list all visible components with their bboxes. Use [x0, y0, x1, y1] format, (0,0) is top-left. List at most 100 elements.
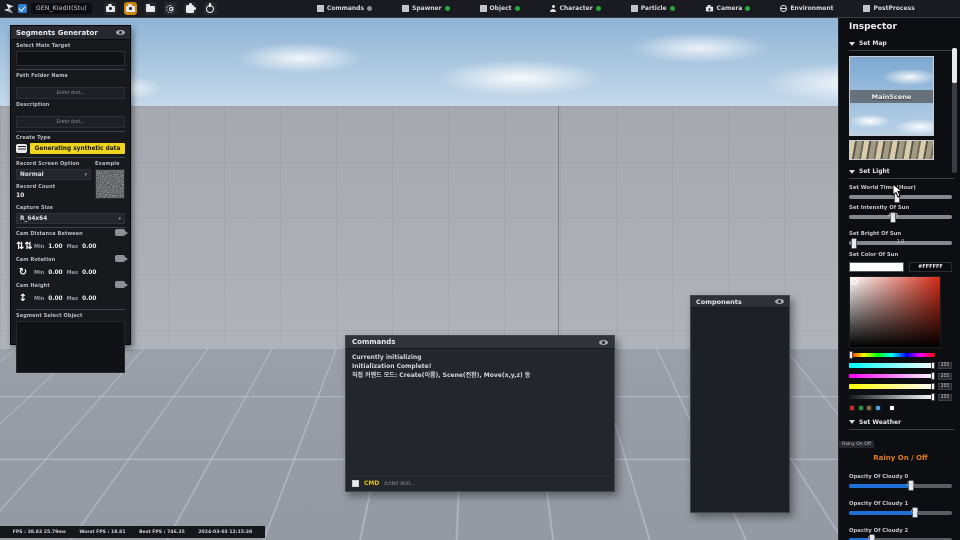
cam-height-min-value[interactable]: 0.00 — [48, 296, 62, 302]
palette-swatch-brown[interactable] — [866, 405, 872, 411]
hue-slider[interactable] — [849, 353, 935, 358]
set-map-section-header[interactable]: Set Map — [849, 40, 954, 51]
palette-swatch-white[interactable] — [889, 405, 895, 411]
best-fps-readout: Best FPS : 746.35 — [139, 530, 185, 535]
cloudy-opacity-1-slider[interactable] — [849, 511, 952, 515]
cam-height-max-value[interactable]: 0.00 — [82, 296, 96, 302]
slider-marker[interactable] — [849, 351, 853, 359]
green-channel-slider[interactable] — [849, 374, 935, 379]
menu-particle[interactable]: Particle — [631, 5, 675, 12]
record-count-value[interactable]: 10 — [16, 192, 91, 199]
color-saturation-picker[interactable] — [849, 276, 941, 348]
cam-height-label: Cam Height — [16, 283, 125, 289]
blue-channel-slider[interactable] — [849, 384, 935, 389]
red-value[interactable]: 255 — [938, 362, 952, 369]
set-weather-section-header[interactable]: Set Weather — [849, 419, 954, 430]
min-label: Min — [34, 244, 44, 250]
slider-fill — [849, 511, 915, 515]
rainy-toggle-button[interactable]: Rainy On / Off — [849, 452, 952, 464]
map-thumbnail-mainscene[interactable]: MainScene — [849, 56, 934, 136]
menu-character[interactable]: Character — [550, 5, 601, 12]
visibility-eye-icon[interactable] — [116, 30, 125, 35]
screenshot-camera-button[interactable] — [104, 2, 117, 15]
commands-log: Currently initializing Initialization Co… — [346, 349, 614, 475]
check-toggle-icon[interactable] — [18, 4, 27, 13]
grid-icon — [480, 5, 487, 12]
current-color-swatch[interactable] — [849, 262, 904, 272]
camcorder-icon[interactable] — [115, 229, 125, 236]
example-noise-image — [95, 169, 125, 199]
path-folder-input[interactable] — [16, 87, 125, 99]
command-input[interactable] — [384, 481, 608, 487]
segment-select-area[interactable] — [16, 321, 125, 373]
menu-label: Object — [490, 5, 512, 12]
grid-icon — [317, 5, 324, 12]
map-thumbnail-secondary[interactable] — [849, 140, 934, 160]
create-type-value[interactable]: Generating synthetic data — [30, 143, 125, 154]
record-camera-button[interactable] — [124, 2, 137, 15]
max-label: Max — [67, 244, 79, 250]
color-picker-cursor[interactable] — [852, 279, 858, 285]
components-window-header[interactable]: Components — [691, 296, 789, 308]
plugins-button[interactable] — [184, 2, 197, 15]
example-label: Example — [95, 161, 125, 167]
sun-intensity-slider[interactable] — [849, 215, 952, 219]
visibility-eye-icon[interactable] — [775, 299, 784, 304]
cam-distance-min-value[interactable]: 1.00 — [48, 244, 62, 250]
puzzle-icon — [186, 5, 194, 13]
table-icon — [16, 144, 27, 153]
folder-button[interactable] — [144, 2, 157, 15]
menu-environment[interactable]: Environment — [780, 5, 833, 12]
scrollbar-thumb[interactable] — [952, 48, 957, 83]
power-button[interactable] — [204, 2, 217, 15]
viewport-wall-corner — [558, 106, 559, 353]
cam-distance-max-value[interactable]: 0.00 — [82, 244, 96, 250]
slider-marker[interactable] — [931, 362, 935, 370]
app-logo-icon — [4, 4, 14, 14]
power-icon — [206, 5, 214, 13]
set-light-section-header[interactable]: Set Light — [849, 168, 954, 179]
menu-commands[interactable]: Commands — [317, 5, 372, 12]
record-screen-label: Record Screen Option — [16, 161, 91, 167]
rotation-icon: ↻ — [16, 268, 30, 278]
grid-icon — [863, 5, 870, 12]
menu-spawner[interactable]: Spawner — [402, 5, 450, 12]
menu-postprocess[interactable]: PostProcess — [863, 5, 914, 12]
palette-swatch-red[interactable] — [849, 405, 855, 411]
alpha-channel-slider[interactable] — [849, 395, 935, 400]
visibility-eye-icon[interactable] — [599, 340, 608, 345]
camcorder-icon[interactable] — [115, 255, 125, 262]
slider-marker[interactable] — [931, 372, 935, 380]
alpha-value[interactable]: 255 — [938, 394, 952, 401]
commands-window-header[interactable]: Commands — [346, 336, 614, 349]
cam-rotation-min-value[interactable]: 0.00 — [48, 270, 62, 276]
cam-rotation-max-value[interactable]: 0.00 — [82, 270, 96, 276]
cloudy-opacity-1-value: 0.7 — [911, 510, 919, 515]
red-channel-slider[interactable] — [849, 363, 935, 368]
green-value[interactable]: 255 — [938, 373, 952, 380]
select-main-target-label: Select Main Target — [16, 43, 125, 49]
map-list-scrollbar[interactable] — [952, 48, 957, 173]
sun-bright-value: 1.0 — [897, 240, 905, 245]
main-target-field[interactable] — [16, 51, 125, 66]
status-dot — [515, 6, 520, 11]
slider-handle[interactable] — [851, 238, 857, 249]
settings-button[interactable] — [164, 2, 177, 15]
record-count-label: Record Count — [16, 184, 91, 190]
menu-object[interactable]: Object — [480, 5, 520, 12]
palette-swatch-green[interactable] — [858, 405, 864, 411]
cloudy-opacity-0-slider[interactable] — [849, 484, 952, 488]
hex-value-box[interactable]: #FFFFFF — [909, 262, 952, 272]
slider-marker[interactable] — [931, 383, 935, 391]
palette-swatch-blue[interactable] — [875, 405, 881, 411]
menu-camera[interactable]: Camera — [705, 5, 751, 12]
gear-icon — [166, 5, 174, 13]
capture-size-dropdown[interactable]: R_64x64 ▾ — [16, 213, 125, 224]
slider-marker[interactable] — [931, 393, 935, 401]
description-input[interactable] — [16, 116, 125, 128]
record-screen-dropdown[interactable]: Normal ▾ — [16, 169, 91, 180]
cmd-mode-checkbox[interactable] — [352, 480, 359, 487]
collapse-triangle-icon — [849, 170, 855, 174]
blue-value[interactable]: 255 — [938, 383, 952, 390]
camcorder-icon[interactable] — [115, 281, 125, 288]
